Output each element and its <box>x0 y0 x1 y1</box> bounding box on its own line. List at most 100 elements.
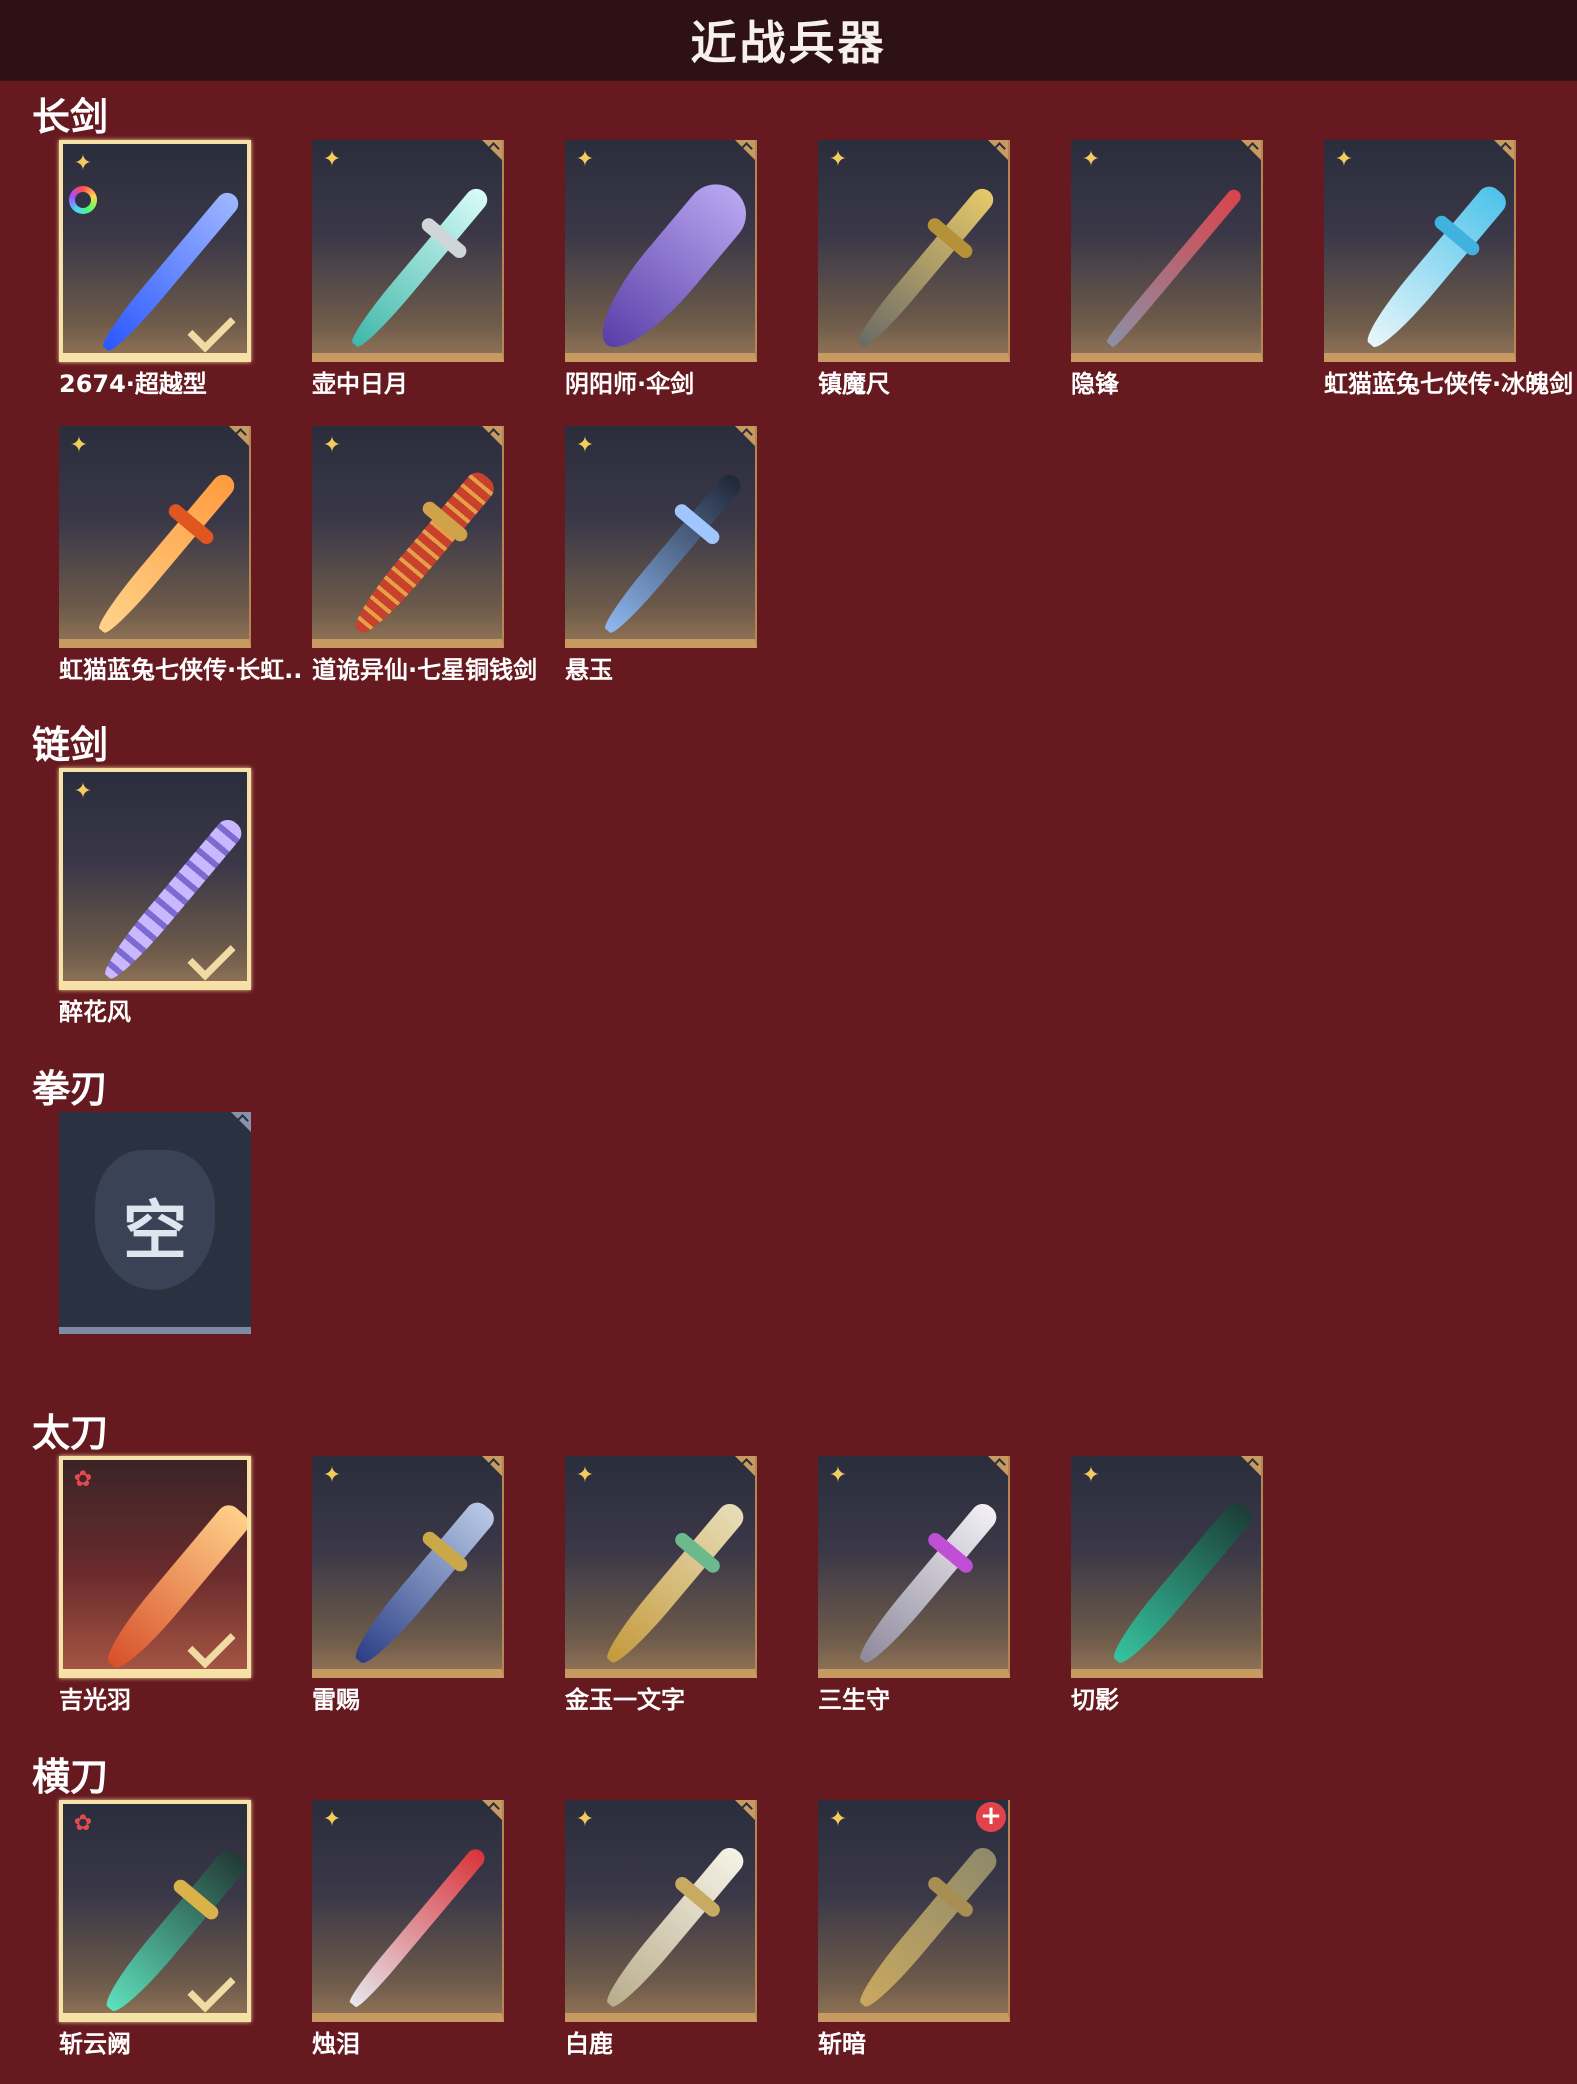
weapon-card[interactable]: ✦ 阴阳师·伞剑 <box>565 140 757 400</box>
corner-fold-icon <box>227 426 249 448</box>
weapon-card[interactable]: ✦ 三生守 <box>818 1456 1010 1716</box>
weapon-name: 烛泪 <box>312 2030 360 2058</box>
weapon-card[interactable]: ✦ 壶中日月 <box>312 140 504 400</box>
empty-frame: 空 <box>59 1112 251 1334</box>
weapon-card[interactable]: ✦ 雷赐 <box>312 1456 504 1716</box>
weapon-name: 斩云阙 <box>59 2030 131 2058</box>
weapon-frame: ✦ <box>818 1456 1010 1678</box>
four-point-star-icon: ✦ <box>575 1807 595 1832</box>
page-title: 近战兵器 <box>690 16 887 70</box>
weapon-frame: ✦ <box>59 140 251 362</box>
weapon-card[interactable]: ✦ 切影 <box>1071 1456 1263 1716</box>
weapon-image <box>852 184 998 352</box>
weapon-image <box>98 1500 247 1669</box>
weapon-card[interactable]: ✦ 金玉一文字 <box>565 1456 757 1716</box>
weapon-name: 镇魔尺 <box>818 370 890 398</box>
corner-fold-icon <box>1239 140 1261 162</box>
corner-fold-icon <box>229 1112 251 1134</box>
weapon-name: 虹猫蓝兔七侠传·冰魄剑 <box>1324 370 1574 398</box>
weapon-card[interactable]: ✦ 悬玉 <box>565 426 757 686</box>
section-title-hengdao: 横刀 <box>32 1755 109 1799</box>
weapon-image <box>852 1843 1002 2013</box>
weapon-frame: ✦ <box>312 140 504 362</box>
four-point-star-icon: ✦ <box>322 1463 342 1488</box>
weapon-card[interactable]: ✦ 白鹿 <box>565 1800 757 2060</box>
weapon-name: 2674·超越型 <box>59 370 207 398</box>
weapon-image <box>1104 186 1244 350</box>
four-point-star-icon: ✦ <box>73 779 93 804</box>
four-point-star-icon: ✦ <box>1081 147 1101 172</box>
weapon-frame: ✦ <box>818 140 1010 362</box>
section-title-taidao: 太刀 <box>32 1411 109 1455</box>
weapon-card[interactable]: ✦ 道诡异仙·七星铜钱剑 <box>312 426 537 686</box>
weapon-frame: ✦ <box>59 426 251 648</box>
weapon-frame: ✦ <box>312 1456 504 1678</box>
weapon-card[interactable]: ✿ 吉光羽 <box>59 1456 251 1716</box>
weapon-image <box>599 1843 749 2013</box>
section-title-lianjian: 链剑 <box>32 723 109 767</box>
four-point-star-icon: ✦ <box>69 433 89 458</box>
weapon-name: 白鹿 <box>565 2030 613 2058</box>
weapon-frame: ✦ <box>1324 140 1516 362</box>
corner-fold-icon <box>480 426 502 448</box>
corner-fold-icon <box>480 140 502 162</box>
corner-fold-icon <box>1492 140 1514 162</box>
check-icon <box>187 304 236 353</box>
weapon-card[interactable]: ✦ 虹猫蓝兔七侠传·长虹.. <box>59 426 302 686</box>
four-point-star-icon: ✦ <box>828 147 848 172</box>
weapon-image <box>1359 181 1511 353</box>
weapon-card[interactable]: ✦ 醉花风 <box>59 768 251 1028</box>
weapon-frame: ✿ <box>59 1456 251 1678</box>
weapon-name: 斩暗 <box>818 2030 866 2058</box>
corner-fold-icon <box>733 1800 755 1822</box>
weapon-frame: ✦ <box>565 1456 757 1678</box>
corner-fold-icon <box>733 426 755 448</box>
weapon-frame: ✿ <box>59 1800 251 2022</box>
weapon-image <box>346 184 492 352</box>
check-icon <box>187 1620 236 1669</box>
weapon-card[interactable]: ✦ 虹猫蓝兔七侠传·冰魄剑 <box>1324 140 1574 400</box>
weapon-name: 阴阳师·伞剑 <box>565 370 695 398</box>
corner-fold-icon <box>733 140 755 162</box>
check-icon <box>187 932 236 981</box>
corner-fold-icon <box>986 1456 1008 1478</box>
weapon-frame: ✦ <box>312 426 504 648</box>
weapon-frame: ✦ <box>565 140 757 362</box>
weapon-name: 隐锋 <box>1071 370 1119 398</box>
four-point-star-icon: ✦ <box>575 1463 595 1488</box>
weapon-name: 切影 <box>1071 1686 1119 1714</box>
weapon-frame: ✦ <box>1071 1456 1263 1678</box>
weapon-image <box>599 1499 749 1669</box>
weapon-image <box>599 470 745 638</box>
weapon-name: 悬玉 <box>565 656 613 684</box>
weapon-image <box>347 1497 499 1669</box>
weapon-name: 雷赐 <box>312 1686 360 1714</box>
weapon-frame: ✦ <box>1071 140 1263 362</box>
four-point-star-icon: ✦ <box>322 433 342 458</box>
red-flower-icon: ✿ <box>73 1811 93 1836</box>
corner-fold-icon <box>480 1800 502 1822</box>
weapon-card[interactable]: ✦ + 斩暗 <box>818 1800 1010 2060</box>
check-icon <box>187 1964 236 2013</box>
weapon-card[interactable]: ✦ 烛泪 <box>312 1800 504 2060</box>
red-flower-icon: ✿ <box>73 1467 93 1492</box>
weapon-name: 金玉一文字 <box>565 1686 685 1714</box>
weapon-name: 醉花风 <box>59 998 131 1026</box>
four-point-star-icon: ✦ <box>575 147 595 172</box>
four-point-star-icon: ✦ <box>828 1807 848 1832</box>
weapon-frame: ✦ <box>565 1800 757 2022</box>
four-point-star-icon: ✦ <box>575 433 595 458</box>
corner-fold-icon <box>480 1456 502 1478</box>
weapon-card[interactable]: ✦ 隐锋 <box>1071 140 1263 400</box>
weapon-name: 三生守 <box>818 1686 890 1714</box>
weapon-card[interactable]: ✿ 斩云阙 <box>59 1800 251 2060</box>
header-bar: 近战兵器 <box>0 0 1577 81</box>
weapon-image <box>583 172 755 353</box>
empty-slot[interactable]: 空 <box>59 1112 251 1334</box>
weapon-card[interactable]: ✦ 镇魔尺 <box>818 140 1010 400</box>
empty-label: 空 <box>123 1195 187 1269</box>
weapon-card[interactable]: ✦ 2674·超越型 <box>59 140 251 400</box>
corner-fold-icon <box>1239 1456 1261 1478</box>
weapon-frame: ✦ <box>565 426 757 648</box>
weapon-image <box>1105 1498 1257 1669</box>
